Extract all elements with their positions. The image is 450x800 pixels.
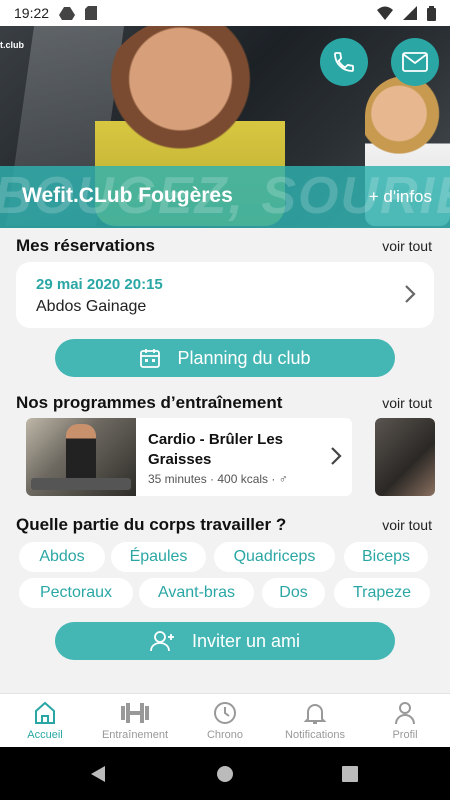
- calendar-icon: [140, 349, 161, 368]
- club-name: Wefit.CLub Fougères: [22, 184, 233, 207]
- club-hero-banner: t.club BOUGEZ, SOURIEZ Wefit.CLub Fougèr…: [0, 26, 450, 228]
- call-button[interactable]: [320, 38, 368, 86]
- nav-item-profil[interactable]: Profil: [360, 694, 450, 748]
- reservations-title: Mes réservations: [16, 236, 155, 255]
- chip-quadriceps[interactable]: Quadriceps: [214, 542, 335, 572]
- invite-friend-button[interactable]: Inviter un ami: [55, 622, 395, 660]
- recents-icon[interactable]: [342, 766, 358, 782]
- clock-icon: [214, 702, 236, 724]
- home-circle-icon[interactable]: [216, 765, 234, 783]
- reservation-card[interactable]: 29 mai 2020 20:15 Abdos Gainage: [16, 262, 434, 328]
- chip-avant-bras[interactable]: Avant-bras: [139, 578, 254, 608]
- program-title: Cardio - Brûler Les Graisses: [148, 431, 284, 468]
- signal-icon: [403, 6, 417, 20]
- program-meta: 35 minutes · 400 kcals · ♂: [148, 472, 288, 486]
- sd-card-icon: [85, 6, 98, 20]
- reservations-see-all-link[interactable]: voir tout: [382, 238, 432, 254]
- back-icon[interactable]: [90, 765, 106, 783]
- club-planning-button[interactable]: Planning du club: [55, 339, 395, 377]
- chevron-right-icon: [405, 285, 416, 303]
- club-logo: t.club: [0, 40, 24, 50]
- nav-label-accueil: Accueil: [27, 729, 63, 741]
- chip-pectoraux[interactable]: Pectoraux: [19, 578, 133, 608]
- bottom-navigation: Accueil Entraînement Chrono Notification…: [0, 693, 450, 747]
- nav-item-entrainement[interactable]: Entraînement: [90, 694, 180, 748]
- mail-icon: [402, 52, 428, 72]
- nav-label-entrainement: Entraînement: [101, 729, 169, 741]
- chip-abdos[interactable]: Abdos: [19, 542, 105, 572]
- status-bar: 19:22: [0, 0, 450, 26]
- dumbbell-icon: [121, 703, 149, 723]
- nav-label-profil: Profil: [392, 729, 418, 741]
- chip-epaules[interactable]: Épaules: [111, 542, 206, 572]
- programs-see-all-link[interactable]: voir tout: [382, 395, 432, 411]
- phone-icon: [334, 52, 354, 72]
- body-parts-title: Quelle partie du corps travailler ?: [16, 515, 287, 534]
- club-planning-label: Planning du club: [177, 347, 311, 368]
- home-icon: [35, 701, 55, 724]
- status-time: 19:22: [14, 5, 50, 21]
- add-user-icon: [150, 631, 174, 652]
- reservation-date: 29 mai 2020 20:15: [36, 276, 163, 293]
- email-button[interactable]: [391, 38, 439, 86]
- nav-item-accueil[interactable]: Accueil: [0, 694, 90, 748]
- system-navigation-bar: [0, 747, 450, 800]
- chip-dos[interactable]: Dos: [262, 578, 325, 608]
- nav-item-notifications[interactable]: Notifications: [270, 694, 360, 748]
- programs-title: Nos programmes d’entraînement: [16, 393, 283, 412]
- nav-label-notifications: Notifications: [285, 729, 345, 741]
- drive-icon: [59, 7, 76, 20]
- nav-label-chrono: Chrono: [206, 729, 244, 741]
- chip-trapeze[interactable]: Trapeze: [334, 578, 430, 608]
- user-icon: [395, 702, 415, 725]
- more-info-link[interactable]: + d'infos: [369, 187, 432, 207]
- chip-biceps[interactable]: Biceps: [344, 542, 428, 572]
- wifi-icon: [377, 6, 393, 20]
- bell-icon: [303, 704, 327, 724]
- program-thumbnail: [26, 418, 136, 496]
- reservation-name: Abdos Gainage: [36, 298, 147, 315]
- program-card[interactable]: Cardio - Brûler Les Graisses 35 minutes …: [26, 418, 352, 496]
- body-parts-see-all-link[interactable]: voir tout: [382, 517, 432, 533]
- nav-item-chrono[interactable]: Chrono: [180, 694, 270, 748]
- program-thumbnail-treadmill: [31, 478, 131, 490]
- invite-friend-label: Inviter un ami: [191, 630, 301, 651]
- chevron-right-icon: [331, 447, 342, 465]
- battery-icon: [427, 5, 436, 21]
- program-card-next[interactable]: [375, 418, 435, 496]
